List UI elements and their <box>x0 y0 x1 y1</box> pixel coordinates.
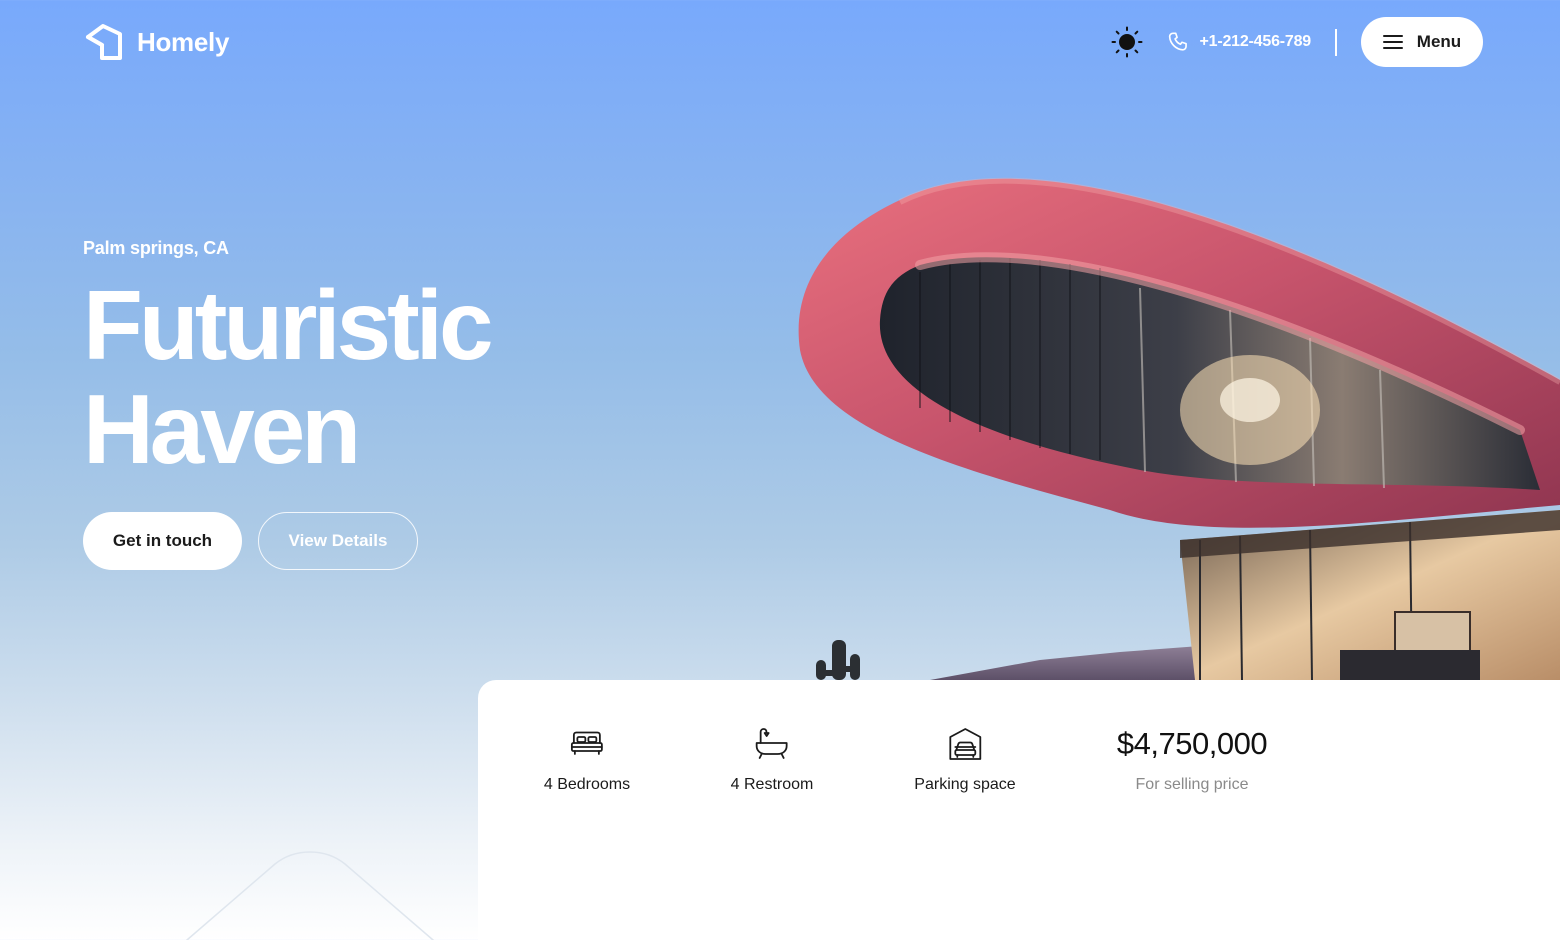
hero-section: Palm springs, CA Futuristic Haven Get in… <box>83 238 643 570</box>
menu-label: Menu <box>1416 32 1462 51</box>
top-navigation: Homely +1-212-456-789 Menu <box>83 16 1483 68</box>
phone-link[interactable]: +1-212-456-789 <box>1167 31 1311 53</box>
stat-parking: Parking space <box>914 726 1016 794</box>
stat-bedrooms-label: 4 Bedrooms <box>543 776 631 793</box>
property-stats-card: 4 Bedrooms 4 Restroom Parking space $4,7… <box>478 680 1560 940</box>
hero-title-line-1: Futuristic <box>83 270 493 380</box>
garage-icon <box>949 728 981 760</box>
menu-button[interactable]: Menu <box>1361 17 1483 67</box>
theme-toggle-button[interactable] <box>1111 26 1143 58</box>
house-outline-icon <box>86 24 122 60</box>
bathtub-icon <box>756 728 788 759</box>
sun-icon <box>1111 26 1143 58</box>
property-hero-image <box>798 177 1560 680</box>
bed-icon <box>571 731 603 755</box>
header-divider <box>1335 28 1337 56</box>
decorative-arc <box>185 851 435 940</box>
hero-actions: Get in touch View Details <box>83 512 418 570</box>
stat-parking-label: Parking space <box>914 776 1016 793</box>
brand-name: Homely <box>137 26 230 57</box>
get-in-touch-button[interactable]: Get in touch <box>83 512 242 570</box>
hero-title-line-2: Haven <box>83 374 361 484</box>
hamburger-icon <box>1382 35 1403 49</box>
hero-title: Futuristic Haven <box>83 273 643 481</box>
phone-number: +1-212-456-789 <box>1199 33 1311 50</box>
stat-restrooms-label: 4 Restroom <box>730 776 814 793</box>
stat-bedrooms: 4 Bedrooms <box>544 726 630 794</box>
view-details-button[interactable]: View Details <box>258 512 418 570</box>
price-block: $4,750,000 For selling price <box>1116 726 1268 794</box>
header-actions: +1-212-456-789 Menu <box>1111 17 1483 67</box>
price-caption: For selling price <box>1135 776 1249 793</box>
brand-logo[interactable]: Homely <box>83 21 229 63</box>
listing-price: $4,750,000 <box>1116 726 1268 761</box>
stat-restrooms: 4 Restroom <box>730 726 814 794</box>
phone-icon <box>1169 32 1188 51</box>
property-location: Palm springs, CA <box>83 238 229 258</box>
